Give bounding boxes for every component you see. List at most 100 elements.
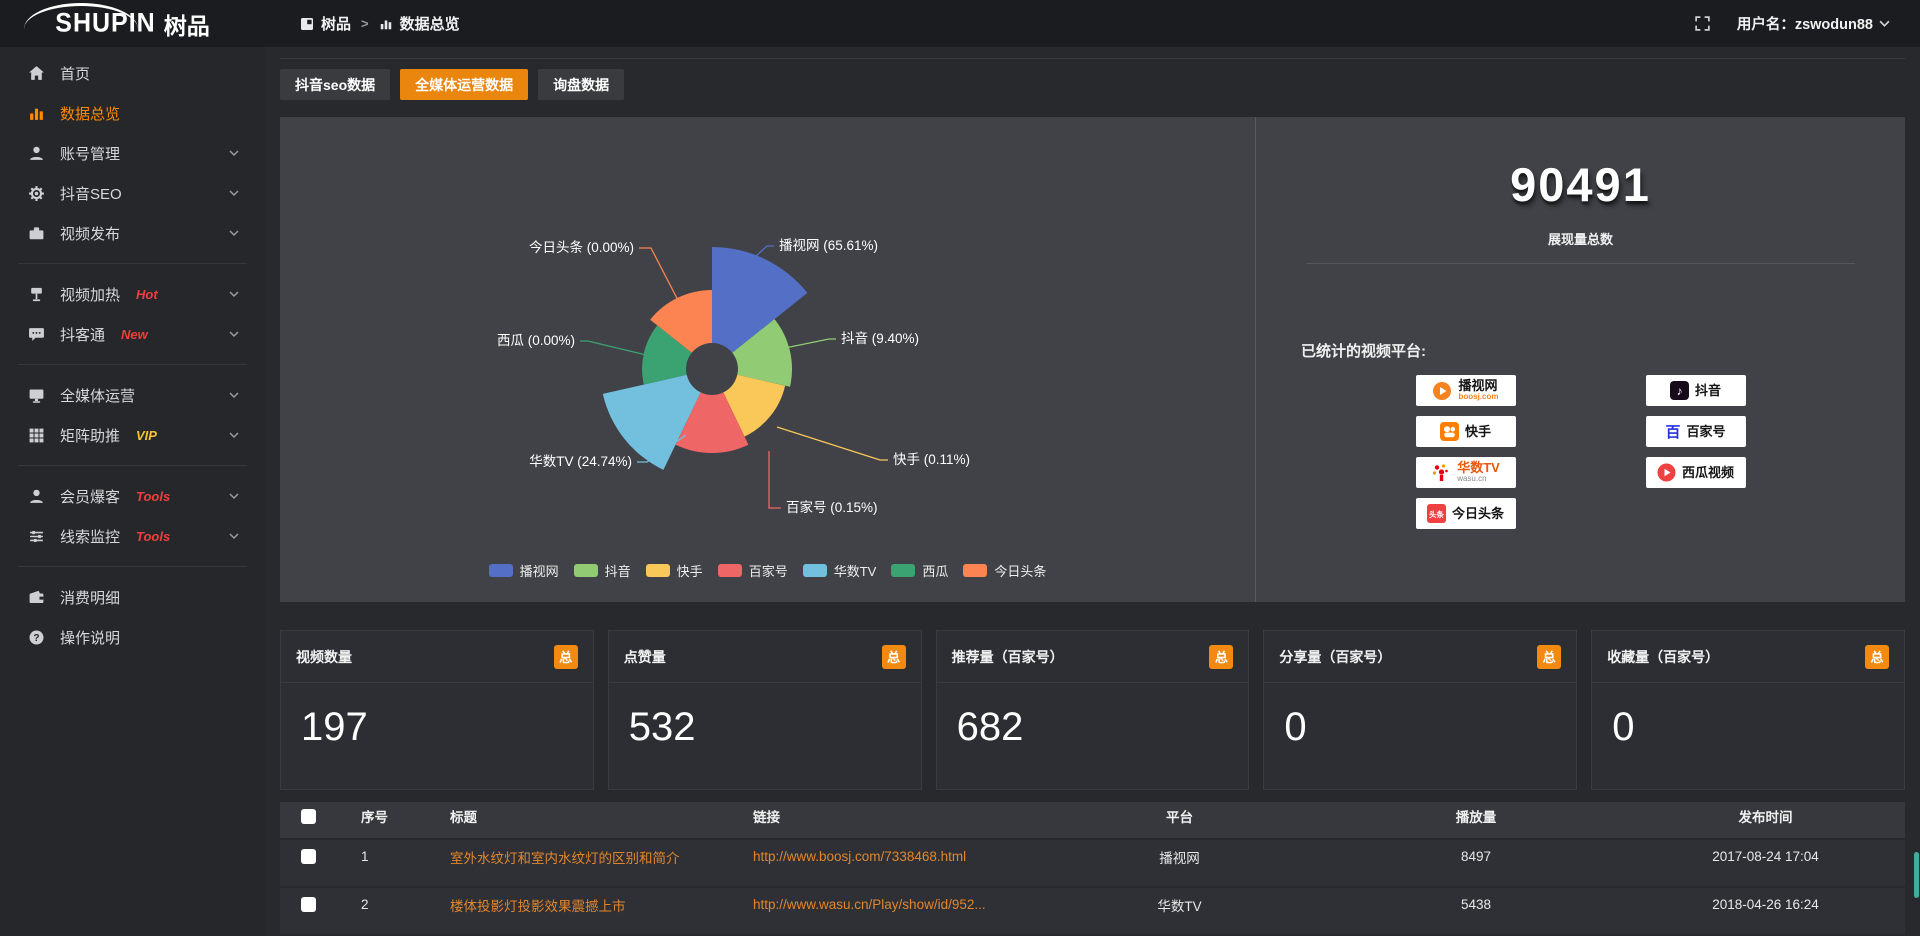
- legend-label: 播视网: [520, 561, 559, 580]
- cell-title-link[interactable]: 室外水纹灯和室内水纹灯的区别和简介: [434, 847, 737, 867]
- sidebar-item-lamp[interactable]: 视频加热Hot: [0, 274, 265, 314]
- total-badge[interactable]: 总: [1537, 645, 1561, 669]
- column-header: 平台: [1033, 806, 1326, 826]
- sidebar-item-grid[interactable]: 矩阵助推VIP: [0, 415, 265, 455]
- chevron-down-icon: [229, 432, 239, 439]
- legend-label: 今日头条: [994, 561, 1046, 580]
- breadcrumb-current: 数据总览: [400, 13, 460, 34]
- cell-url-link[interactable]: http://www.wasu.cn/Play/show/id/952...: [737, 897, 1033, 912]
- stats-cards-row: 视频数量总197点赞量总532推荐量（百家号）总682分享量（百家号）总0收藏量…: [280, 630, 1905, 790]
- sidebar-item-label: 抖音SEO: [60, 183, 122, 204]
- cell-url-link[interactable]: http://www.boosj.com/7338468.html: [737, 849, 1033, 864]
- douyin-logo-icon: ♪: [1670, 381, 1689, 400]
- platform-badges: 播视网boosj.com快手华数TVwasu.cn头条今日头条♪抖音百百家号西瓜…: [1256, 375, 1905, 529]
- legend-label: 西瓜: [922, 561, 948, 580]
- legend-color-chip: [646, 564, 670, 577]
- total-impressions-value: 90491: [1256, 157, 1905, 212]
- sidebar-item-sliders[interactable]: 线索监控Tools: [0, 516, 265, 556]
- legend-item-华数TV[interactable]: 华数TV: [803, 561, 877, 580]
- cell-platform: 华数TV: [1033, 895, 1326, 915]
- pie-chart-area: 播视网 (65.61%)抖音 (9.40%)快手 (0.11%)百家号 (0.1…: [280, 117, 1255, 602]
- sidebar-item-label: 消费明细: [60, 587, 120, 608]
- legend-item-西瓜[interactable]: 西瓜: [891, 561, 948, 580]
- pie-slice-label: 华数TV (24.74%): [529, 454, 632, 469]
- stat-label: 分享量（百家号）: [1279, 647, 1391, 667]
- total-badge[interactable]: 总: [554, 645, 578, 669]
- legend-item-抖音[interactable]: 抖音: [574, 561, 631, 580]
- user-icon: [28, 145, 45, 162]
- user-menu[interactable]: 用户名：zswodun88: [1737, 13, 1890, 34]
- sidebar: 首页数据总览账号管理抖音SEO 视频发布视频加热Hot 抖客通 New 全媒体运营矩阵助…: [0, 47, 265, 936]
- header-checkbox-cell: [280, 809, 337, 824]
- sidebar-item-wallet[interactable]: 消费明细: [0, 577, 265, 617]
- legend-item-播视网[interactable]: 播视网: [489, 561, 559, 580]
- stat-card-header: 点赞量总: [609, 631, 921, 683]
- legend-item-快手[interactable]: 快手: [646, 561, 703, 580]
- xigua-logo-icon: [1657, 463, 1676, 482]
- sidebar-item-user2[interactable]: 会员爆客Tools: [0, 476, 265, 516]
- breadcrumb-root-icon: [300, 17, 314, 31]
- column-header: 标题: [434, 806, 737, 826]
- top-bar: SHUPIN 树品 树品 > 数据总览 用户名：zswodun88: [0, 0, 1920, 47]
- sidebar-divider: [18, 364, 247, 365]
- platform-name: 百家号: [1687, 425, 1726, 439]
- row-checkbox[interactable]: [301, 849, 316, 864]
- scrollbar-thumb[interactable]: [1914, 852, 1919, 898]
- stat-label: 推荐量（百家号）: [952, 647, 1064, 667]
- sidebar-item-chat[interactable]: 抖客通 New: [0, 314, 265, 354]
- sidebar-item-label: 全媒体运营: [60, 385, 135, 406]
- platform-column: ♪抖音百百家号西瓜视频: [1646, 375, 1746, 529]
- videos-table: 序号标题链接平台播放量发布时间1室外水纹灯和室内水纹灯的区别和简介http://…: [280, 802, 1905, 936]
- legend-item-百家号[interactable]: 百家号: [718, 561, 788, 580]
- total-badge[interactable]: 总: [1209, 645, 1233, 669]
- row-checkbox[interactable]: [301, 897, 316, 912]
- legend-item-今日头条[interactable]: 今日头条: [963, 561, 1046, 580]
- sidebar-item-tag: New: [121, 327, 148, 342]
- stat-label: 视频数量: [296, 647, 352, 667]
- sidebar-item-video[interactable]: 视频发布: [0, 213, 265, 253]
- video-icon: [28, 225, 45, 242]
- sidebar-item-chart[interactable]: 数据总览: [0, 93, 265, 133]
- sidebar-item-home[interactable]: 首页: [0, 53, 265, 93]
- pie-slice-label: 今日头条 (0.00%): [529, 239, 634, 255]
- sidebar-item-question[interactable]: ? 操作说明: [0, 617, 265, 657]
- chevron-down-icon: [229, 392, 239, 399]
- cell-title-link[interactable]: 楼体投影灯投影效果震撼上市: [434, 895, 737, 915]
- chevron-down-icon: [229, 230, 239, 237]
- summary-panel: 90491 展现量总数 已统计的视频平台: 播视网boosj.com快手华数TV…: [1255, 117, 1905, 602]
- tab-0[interactable]: 抖音seo数据: [280, 69, 390, 100]
- chevron-down-icon: [229, 331, 239, 338]
- tab-1[interactable]: 全媒体运营数据: [400, 69, 528, 100]
- sidebar-item-tag: Hot: [136, 287, 158, 302]
- total-badge[interactable]: 总: [1865, 645, 1889, 669]
- stat-card-header: 分享量（百家号） 总: [1264, 631, 1576, 683]
- platform-sub: wasu.cn: [1457, 475, 1500, 483]
- tab-2[interactable]: 询盘数据: [538, 69, 624, 100]
- logo-text-cn: 树品: [164, 7, 210, 41]
- select-all-checkbox[interactable]: [301, 809, 316, 824]
- stat-card-2: 推荐量（百家号）总682: [936, 630, 1250, 790]
- breadcrumb-root[interactable]: 树品: [321, 13, 351, 34]
- column-header: 播放量: [1326, 806, 1626, 826]
- sidebar-item-label: 操作说明: [60, 627, 120, 648]
- platform-badge-douyin: ♪抖音: [1646, 375, 1746, 406]
- content-divider: [280, 58, 1905, 59]
- pie-slice-label: 抖音 (9.40%): [841, 330, 919, 346]
- kuaishou-logo-icon: [1440, 422, 1459, 441]
- sidebar-item-label: 抖客通: [60, 324, 105, 345]
- sidebar-item-user[interactable]: 账号管理: [0, 133, 265, 173]
- legend-label: 华数TV: [834, 561, 877, 580]
- main-content: 抖音seo数据全媒体运营数据询盘数据 播视网 (65.61%)抖音 (9.40%…: [265, 47, 1920, 936]
- column-header: 序号: [337, 806, 434, 826]
- legend-color-chip: [489, 564, 513, 577]
- sidebar-item-gear[interactable]: 抖音SEO: [0, 173, 265, 213]
- sidebar-item-monitor[interactable]: 全媒体运营: [0, 375, 265, 415]
- rose-pie-chart[interactable]: 播视网 (65.61%)抖音 (9.40%)快手 (0.11%)百家号 (0.1…: [280, 117, 1255, 525]
- total-badge[interactable]: 总: [882, 645, 906, 669]
- row-checkbox-cell: [280, 897, 337, 912]
- fullscreen-icon[interactable]: [1694, 15, 1711, 32]
- chevron-down-icon: [229, 150, 239, 157]
- question-icon: ?: [28, 629, 45, 646]
- stat-value: 0: [1592, 683, 1904, 750]
- chevron-down-icon: [229, 291, 239, 298]
